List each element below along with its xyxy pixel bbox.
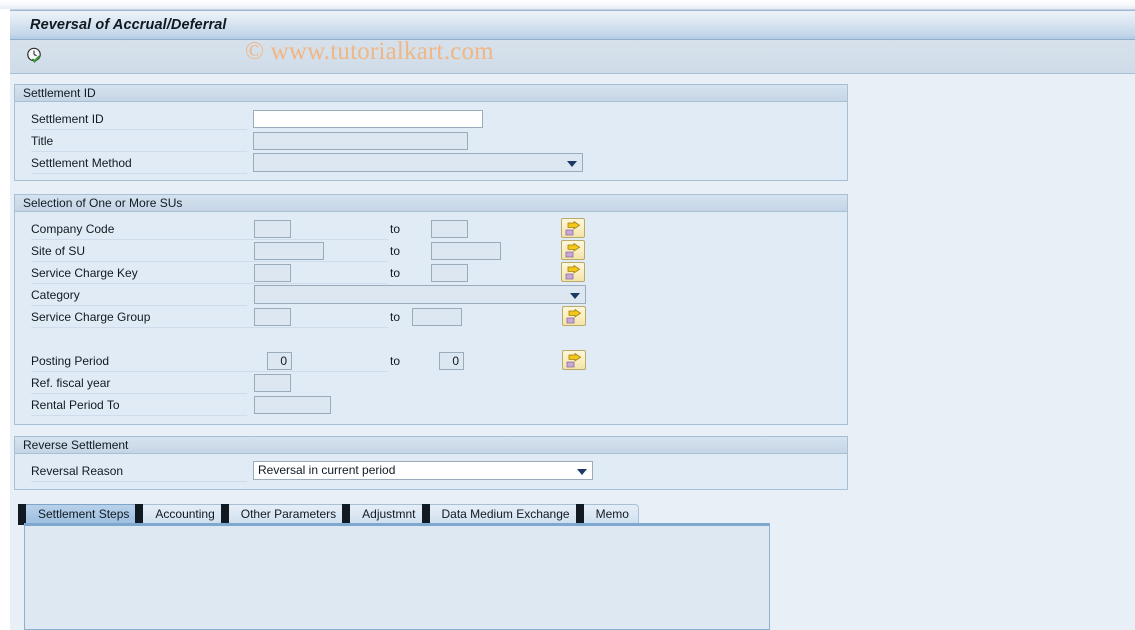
label-category: Category	[31, 288, 80, 302]
multi-select-service-charge-group-button[interactable]	[562, 306, 586, 326]
multi-select-posting-period-button[interactable]	[562, 350, 586, 370]
row-separator	[31, 481, 247, 482]
input-site-of-su-to[interactable]	[431, 242, 501, 260]
input-ref-fiscal-year[interactable]	[254, 374, 291, 392]
window-top-strip	[0, 0, 1135, 10]
multi-select-service-charge-key-button[interactable]	[561, 262, 585, 282]
tab-adjustmnt[interactable]: Adjustmnt	[342, 504, 426, 525]
clock-check-icon	[25, 46, 45, 69]
group-selection-sus-header: Selection of One or More SUs	[15, 195, 847, 212]
row-separator	[31, 173, 247, 174]
chevron-down-icon	[577, 469, 587, 475]
tab-other-parameters[interactable]: Other Parameters	[220, 504, 347, 525]
input-service-charge-group-to[interactable]	[412, 308, 462, 326]
label-to: to	[390, 222, 401, 236]
field-row-settlement-id: Settlement ID	[15, 108, 847, 130]
sap-transaction-screen: Reversal of Accrual/Deferral © www.tutor…	[0, 0, 1135, 630]
multi-select-arrow-icon	[565, 264, 580, 279]
page-title: Reversal of Accrual/Deferral	[30, 17, 227, 33]
input-posting-period-to[interactable]	[439, 352, 464, 370]
tab-accounting[interactable]: Accounting	[135, 504, 225, 525]
input-settlement-id[interactable]	[253, 110, 483, 128]
label-site-of-su: Site of SU	[31, 244, 86, 258]
tab-memo[interactable]: Memo	[575, 504, 639, 525]
tab-adjustmnt-label: Adjustmnt	[362, 507, 416, 521]
field-row-ref-fiscal-year: Ref. fiscal year	[15, 372, 847, 394]
input-site-of-su-from[interactable]	[254, 242, 324, 260]
tab-content-panel	[24, 523, 770, 630]
label-title: Title	[31, 134, 54, 148]
group-reverse-settlement: Reverse Settlement Reversal Reason Rever…	[14, 436, 848, 490]
label-service-charge-group: Service Charge Group	[31, 310, 151, 324]
row-separator	[31, 415, 247, 416]
tab-memo-label: Memo	[595, 507, 629, 521]
multi-select-arrow-icon	[565, 220, 580, 235]
group-reverse-settlement-header: Reverse Settlement	[15, 437, 847, 454]
window-left-strip	[0, 9, 10, 630]
tab-strip: Settlement Steps Accounting Other Parame…	[17, 504, 641, 525]
tab-settlement-steps[interactable]: Settlement Steps	[17, 504, 140, 525]
label-to: to	[390, 354, 401, 368]
field-row-service-charge-group: Service Charge Group to	[15, 306, 847, 328]
input-posting-period-from[interactable]	[267, 352, 292, 370]
select-reversal-reason[interactable]: Reversal in current period	[253, 461, 593, 480]
group-settlement-id-body: Settlement ID Title Settlement Method	[15, 102, 847, 181]
field-row-reversal-reason: Reversal Reason Reversal in current peri…	[15, 460, 847, 482]
tab-data-medium-exchange-label: Data Medium Exchange	[441, 507, 570, 521]
label-service-charge-key: Service Charge Key	[31, 266, 138, 280]
group-selection-sus: Selection of One or More SUs Company Cod…	[14, 194, 848, 425]
row-separator	[31, 327, 388, 328]
execute-button[interactable]	[22, 44, 48, 70]
field-row-rental-period-to: Rental Period To	[15, 394, 847, 416]
label-posting-period: Posting Period	[31, 354, 110, 368]
group-selection-sus-body: Company Code to Site of SU to Service Ch…	[15, 212, 847, 425]
label-rental-period-to: Rental Period To	[31, 398, 120, 412]
tab-accounting-label: Accounting	[155, 507, 215, 521]
application-toolbar	[10, 40, 1135, 74]
label-settlement-method: Settlement Method	[31, 156, 132, 170]
group-reverse-settlement-body: Reversal Reason Reversal in current peri…	[15, 454, 847, 490]
multi-select-arrow-icon	[565, 242, 580, 257]
field-row-site-of-su: Site of SU to	[15, 240, 847, 262]
input-rental-period-to[interactable]	[254, 396, 331, 414]
group-settlement-id: Settlement ID Settlement ID Title Settle…	[14, 84, 848, 181]
chevron-down-icon	[567, 161, 577, 167]
field-row-company-code: Company Code to	[15, 218, 847, 240]
input-company-code-to[interactable]	[431, 220, 468, 238]
multi-select-company-code-button[interactable]	[561, 218, 585, 238]
tab-other-parameters-label: Other Parameters	[240, 507, 337, 521]
input-company-code-from[interactable]	[254, 220, 291, 238]
field-row-settlement-method: Settlement Method	[15, 152, 847, 174]
field-row-title: Title	[15, 130, 847, 152]
multi-select-arrow-icon	[566, 308, 581, 323]
group-settlement-id-header: Settlement ID	[15, 85, 847, 102]
field-row-category: Category	[15, 284, 847, 306]
label-to: to	[390, 266, 401, 280]
input-service-charge-group-from[interactable]	[254, 308, 291, 326]
tab-settlement-steps-label: Settlement Steps	[38, 507, 130, 521]
field-row-posting-period: Posting Period to	[15, 350, 847, 372]
select-settlement-method[interactable]	[253, 153, 583, 172]
label-reversal-reason: Reversal Reason	[31, 464, 124, 478]
field-row-service-charge-key: Service Charge Key to	[15, 262, 847, 284]
label-settlement-id: Settlement ID	[31, 112, 104, 126]
multi-select-site-of-su-button[interactable]	[561, 240, 585, 260]
label-to: to	[390, 310, 401, 324]
tab-data-medium-exchange[interactable]: Data Medium Exchange	[421, 504, 580, 525]
input-service-charge-key-from[interactable]	[254, 264, 291, 282]
chevron-down-icon	[570, 293, 580, 299]
input-service-charge-key-to[interactable]	[431, 264, 468, 282]
label-company-code: Company Code	[31, 222, 115, 236]
multi-select-arrow-icon	[566, 352, 581, 367]
select-category[interactable]	[254, 285, 586, 304]
title-bar: Reversal of Accrual/Deferral	[10, 10, 1135, 40]
select-reversal-reason-value: Reversal in current period	[258, 463, 396, 477]
input-title	[253, 132, 468, 150]
label-to: to	[390, 244, 401, 258]
label-ref-fiscal-year: Ref. fiscal year	[31, 376, 111, 390]
